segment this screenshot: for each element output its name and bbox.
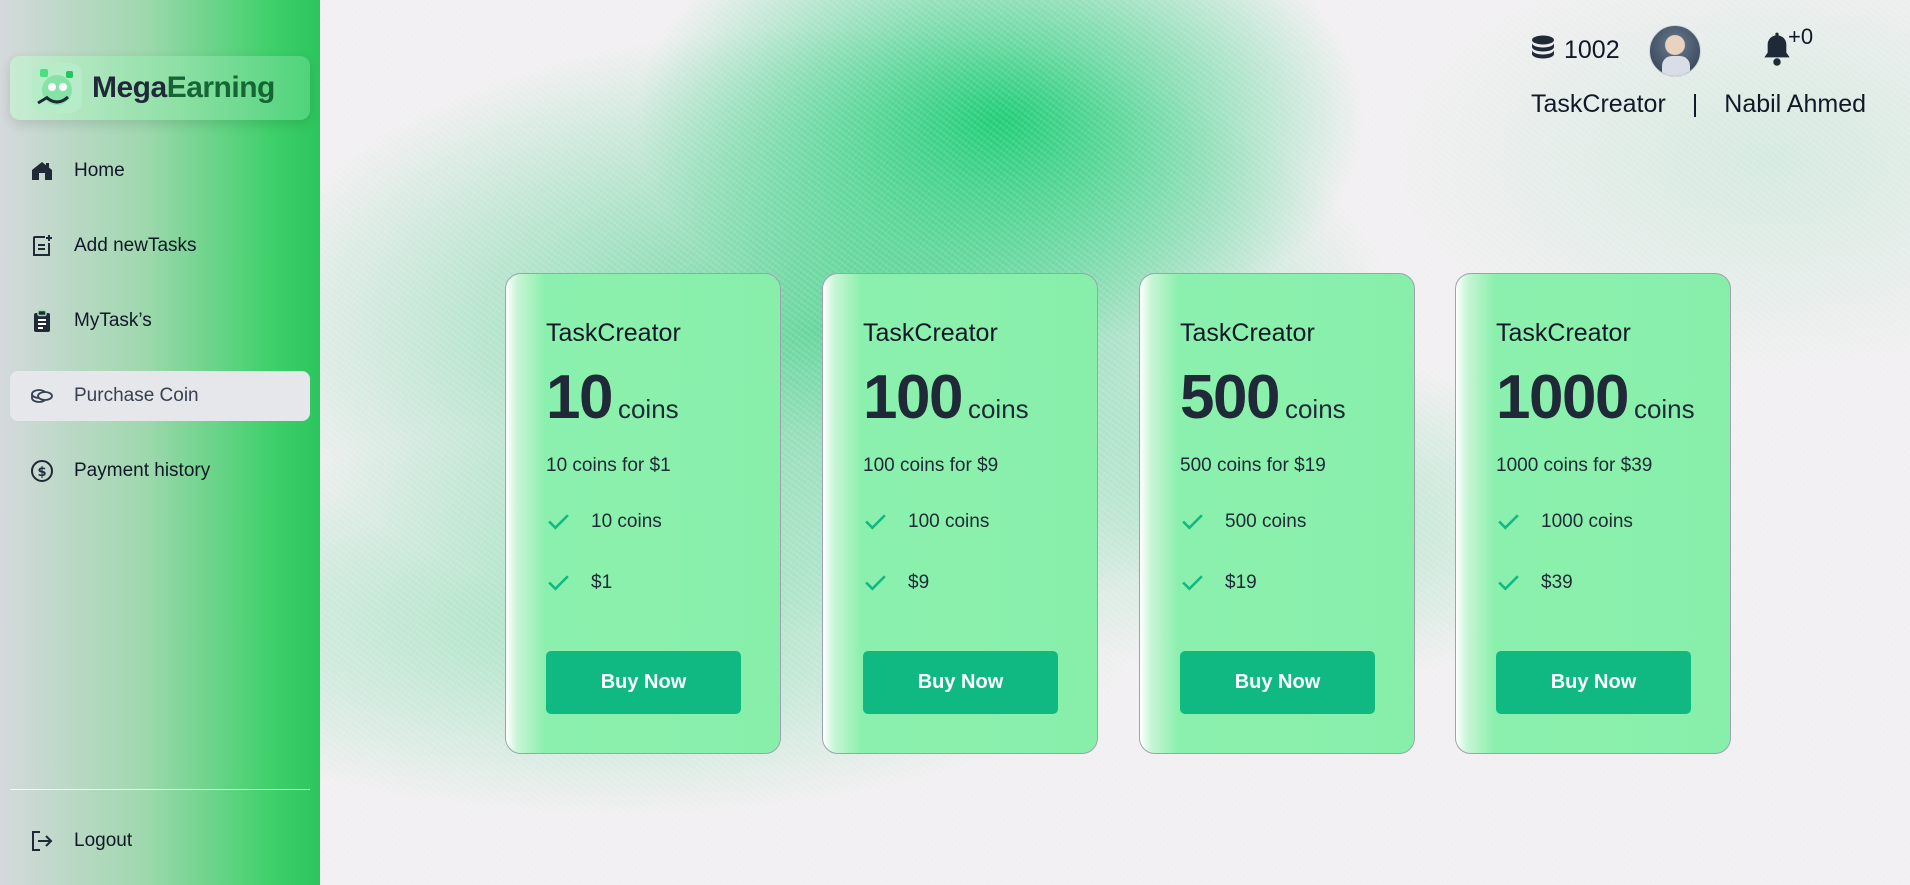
user-info: TaskCreator | Nabil Ahmed [1531,90,1866,119]
package-title: TaskCreator [546,319,681,347]
check-icon [1498,575,1519,591]
package-feature: 100 coins [863,509,1057,534]
package-description: 1000 coins for $39 [1496,455,1653,476]
check-icon [1182,575,1203,591]
package-feature: $19 [1180,570,1374,595]
sidebar-item-payment-history[interactable]: $ Payment history [10,446,310,496]
package-description: 10 coins for $1 [546,455,671,476]
package-amount: 10 [546,363,613,432]
check-icon [1182,514,1203,530]
coins-icon [30,384,54,408]
clipboard-icon [30,309,54,333]
package-feature: 10 coins [546,509,740,534]
avatar[interactable] [1649,25,1701,77]
package-amount-row: 1000 coins [1496,362,1695,433]
home-icon [30,159,54,183]
package-feature: 1000 coins [1496,509,1690,534]
package-amount-row: 10 coins [546,362,740,433]
check-icon [548,575,569,591]
package-description: 500 coins for $19 [1180,455,1326,476]
svg-text:$: $ [37,465,46,480]
package-card: TaskCreator 500 coins 500 coins for $19 … [1139,273,1415,754]
check-icon [865,514,886,530]
sidebar-item-label: Payment history [74,460,211,481]
sidebar-item-label: Add newTasks [74,235,197,256]
sidebar-item-purchase-coin[interactable]: Purchase Coin [10,371,310,421]
package-unit: coins [617,394,679,424]
buy-now-button[interactable]: Buy Now [863,651,1058,714]
coin-stack-icon [1530,34,1556,67]
package-amount: 100 [863,363,963,432]
check-icon [865,575,886,591]
package-title: TaskCreator [1180,319,1315,347]
package-feature: $1 [546,570,740,595]
separator: | [1691,90,1699,118]
logout-icon [30,829,54,853]
sidebar-item-label: Home [74,160,125,181]
package-card: TaskCreator 100 coins 100 coins for $9 1… [822,273,1098,754]
sidebar-item-add-new-tasks[interactable]: Add newTasks [10,221,310,271]
buy-now-button[interactable]: Buy Now [546,651,741,714]
buy-now-button[interactable]: Buy Now [1180,651,1375,714]
add-task-icon [30,234,54,258]
package-card: TaskCreator 10 coins 10 coins for $1 10 … [505,273,781,754]
user-role: TaskCreator [1531,90,1666,118]
logout-label: Logout [74,830,133,851]
package-description: 100 coins for $9 [863,455,999,476]
package-amount: 500 [1180,363,1280,432]
package-amount: 1000 [1496,363,1629,432]
package-unit: coins [967,394,1029,424]
sidebar: MegaEarning Home Add newTasks MyTask’s P… [0,0,320,885]
dollar-circle-icon: $ [30,459,54,483]
package-amount-row: 500 coins [1180,362,1374,433]
sidebar-item-home[interactable]: Home [10,146,310,196]
sidebar-item-label: MyTask’s [74,310,152,331]
package-feature: $39 [1496,570,1690,595]
package-title: TaskCreator [863,319,998,347]
package-feature: 500 coins [1180,509,1374,534]
notification-count: +0 [1788,24,1814,49]
logout-button[interactable]: Logout [10,816,310,866]
sidebar-item-my-tasks[interactable]: MyTask’s [10,296,310,346]
sidebar-divider [10,789,310,790]
brand-name: MegaEarning [92,71,275,104]
package-unit: coins [1633,394,1695,424]
package-title: TaskCreator [1496,319,1631,347]
coin-balance: 1002 [1530,34,1620,67]
package-feature: $9 [863,570,1057,595]
buy-now-button[interactable]: Buy Now [1496,651,1691,714]
check-icon [1498,514,1519,530]
coin-balance-value: 1002 [1564,36,1620,64]
brand-logo[interactable]: MegaEarning [10,56,310,120]
logo-icon [32,63,82,113]
package-amount-row: 100 coins [863,362,1057,433]
package-unit: coins [1284,394,1346,424]
package-card: TaskCreator 1000 coins 1000 coins for $3… [1455,273,1731,754]
check-icon [548,514,569,530]
user-name: Nabil Ahmed [1724,90,1867,118]
sidebar-item-label: Purchase Coin [74,385,199,406]
